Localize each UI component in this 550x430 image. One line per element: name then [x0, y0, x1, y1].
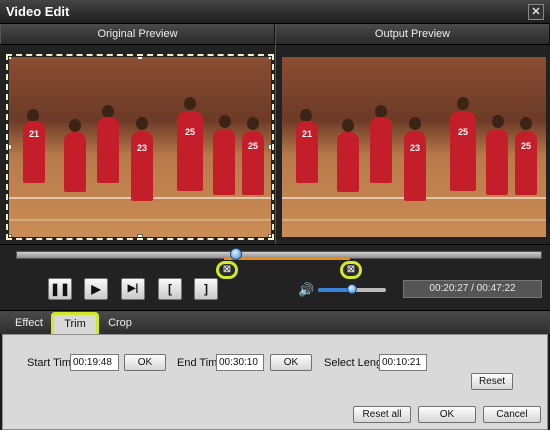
start-ok-button[interactable]: OK: [124, 354, 166, 371]
start-time-input[interactable]: [70, 354, 119, 371]
tab-bar: Effect Trim Crop: [0, 310, 550, 335]
tab-crop[interactable]: Crop: [106, 313, 134, 333]
select-length-input[interactable]: [379, 354, 427, 371]
timeline-area: ⊠ ⊠ ❚❚ ▶ ▶| [ ] 🔊 00:20:27 / 00:47:22: [0, 244, 550, 310]
footer-ok-button[interactable]: OK: [418, 406, 476, 423]
original-preview-pane: 21 23 25 25: [0, 44, 275, 244]
volume-icon[interactable]: 🔊: [298, 282, 314, 298]
reset-all-button[interactable]: Reset all: [353, 406, 411, 423]
output-preview-pane: 21 23 25 25: [275, 44, 550, 244]
set-start-button[interactable]: [: [158, 278, 182, 300]
end-time-input[interactable]: [216, 354, 264, 371]
trim-end-marker-icon[interactable]: ⊠: [340, 261, 362, 279]
play-button[interactable]: ▶: [84, 278, 108, 300]
close-icon[interactable]: ✕: [528, 4, 544, 20]
trim-selected-range: [224, 257, 350, 260]
playhead-knob[interactable]: [230, 248, 242, 260]
output-video-frame: 21 23 25 25: [282, 57, 546, 237]
time-display: 00:20:27 / 00:47:22: [403, 280, 542, 298]
original-preview-header: Original Preview: [0, 24, 275, 44]
end-ok-button[interactable]: OK: [270, 354, 312, 371]
tab-trim[interactable]: Trim: [51, 312, 99, 335]
tab-effect[interactable]: Effect: [14, 313, 44, 333]
trim-panel: Start Time OK End Time OK Select Length …: [2, 334, 548, 430]
window-titlebar: Video Edit ✕: [0, 0, 550, 24]
trim-start-marker-icon[interactable]: ⊠: [216, 261, 238, 279]
set-end-button[interactable]: ]: [194, 278, 218, 300]
next-frame-button[interactable]: ▶|: [121, 278, 145, 300]
volume-knob[interactable]: [347, 284, 357, 294]
window-title: Video Edit: [6, 4, 70, 19]
reset-button[interactable]: Reset: [471, 373, 513, 390]
cancel-button[interactable]: Cancel: [483, 406, 541, 423]
pause-button[interactable]: ❚❚: [48, 278, 72, 300]
original-video-frame[interactable]: 21 23 25 25: [6, 54, 274, 240]
output-preview-header: Output Preview: [275, 24, 550, 44]
